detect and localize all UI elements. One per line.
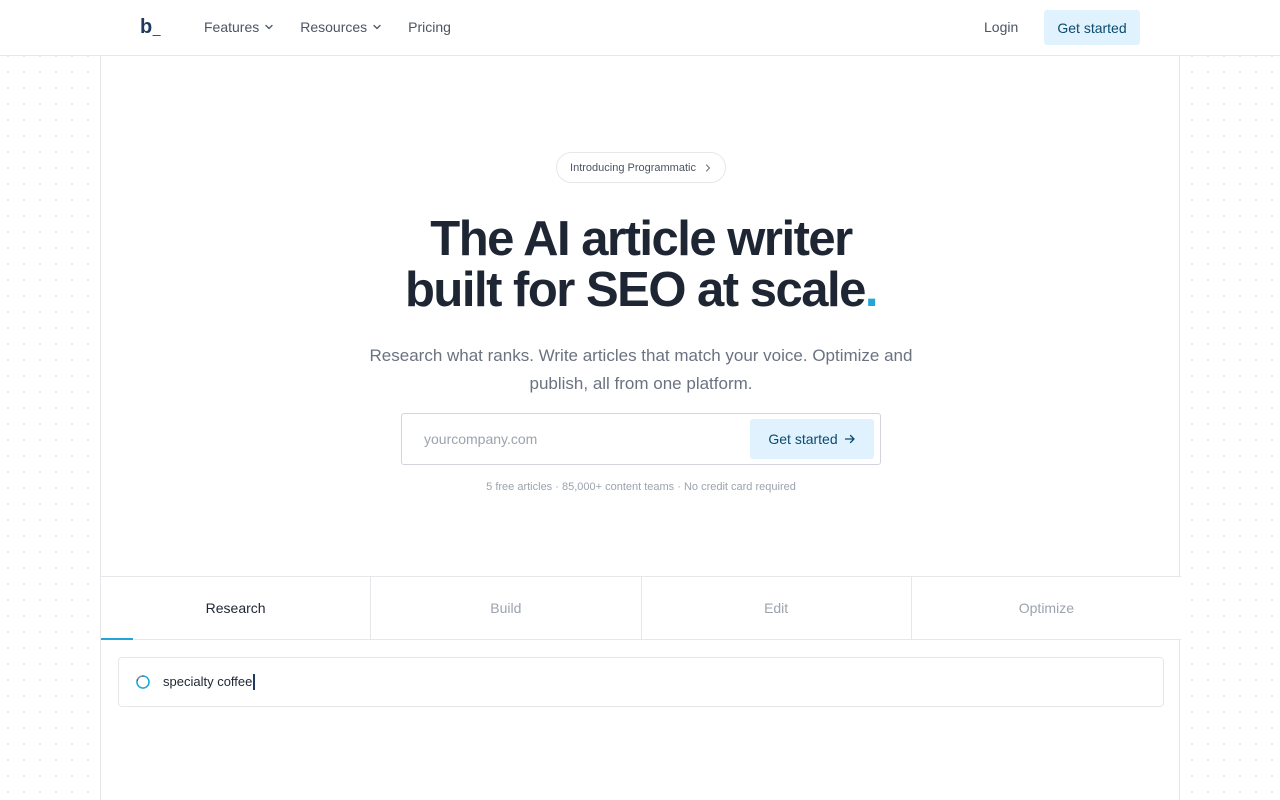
brand-logo[interactable]: b_ bbox=[140, 16, 161, 39]
nav-features[interactable]: Features bbox=[204, 19, 274, 35]
fine-print: 5 free articles · 85,000+ content teams … bbox=[486, 481, 796, 493]
hero-panel: Introducing Programmatic The AI article … bbox=[100, 56, 1181, 800]
tab-edit-label: Edit bbox=[764, 600, 789, 616]
nav-get-started-button[interactable]: Get started bbox=[1044, 10, 1140, 45]
tab-edit[interactable]: Edit bbox=[641, 577, 912, 639]
announcement-pill-label: Introducing Programmatic bbox=[570, 161, 696, 174]
tab-optimize[interactable]: Optimize bbox=[911, 577, 1181, 639]
demo-search-text: specialty coffee bbox=[163, 673, 253, 689]
chevron-down-icon bbox=[265, 24, 273, 30]
tab-research-label: Research bbox=[205, 600, 266, 616]
tab-build-label: Build bbox=[490, 600, 522, 616]
hero-title-line1: The AI article writer bbox=[430, 212, 853, 266]
demo-search-text-wrap: specialty coffee bbox=[163, 673, 256, 691]
tab-research[interactable]: Research bbox=[101, 577, 372, 640]
chevron-down-icon bbox=[373, 24, 381, 30]
chevron-right-icon bbox=[705, 163, 711, 172]
nav-resources[interactable]: Resources bbox=[300, 19, 382, 35]
logo-letter: b bbox=[140, 16, 152, 38]
text-caret bbox=[253, 674, 256, 691]
arrow-right-icon bbox=[844, 434, 855, 444]
feature-tabs: Research Build Edit Optimize bbox=[101, 576, 1181, 640]
hero-subtitle: Research what ranks. Write articles that… bbox=[369, 346, 913, 393]
tab-build[interactable]: Build bbox=[371, 577, 642, 639]
loading-spinner-icon bbox=[136, 675, 150, 689]
hero-title-line2-wrap: built for SEO at scale. bbox=[101, 265, 1181, 316]
nav-pricing[interactable]: Pricing bbox=[408, 19, 451, 35]
hero-title: The AI article writer built for SEO at s… bbox=[101, 214, 1181, 316]
logo-underscore: _ bbox=[152, 20, 161, 36]
top-nav: b_ Features Resources Pricing Login Get … bbox=[0, 0, 1280, 56]
nav-links: Features Resources Pricing bbox=[204, 19, 477, 35]
announcement-pill[interactable]: Introducing Programmatic bbox=[556, 152, 726, 183]
login-link[interactable]: Login bbox=[984, 19, 1018, 35]
tab-optimize-label: Optimize bbox=[1018, 600, 1074, 616]
hero-title-dot: . bbox=[864, 263, 879, 317]
nav-pricing-label: Pricing bbox=[408, 19, 451, 35]
hero-get-started-label: Get started bbox=[768, 431, 838, 447]
nav-features-label: Features bbox=[204, 19, 260, 35]
tab-progress-indicator bbox=[101, 638, 133, 640]
demo-search-bar[interactable]: specialty coffee bbox=[118, 657, 1164, 707]
domain-input[interactable] bbox=[414, 424, 734, 454]
nav-resources-label: Resources bbox=[300, 19, 368, 35]
signup-form: Get started bbox=[401, 413, 881, 465]
hero-title-line2: built for SEO at scale bbox=[405, 263, 866, 317]
hero-get-started-button[interactable]: Get started bbox=[750, 419, 874, 459]
